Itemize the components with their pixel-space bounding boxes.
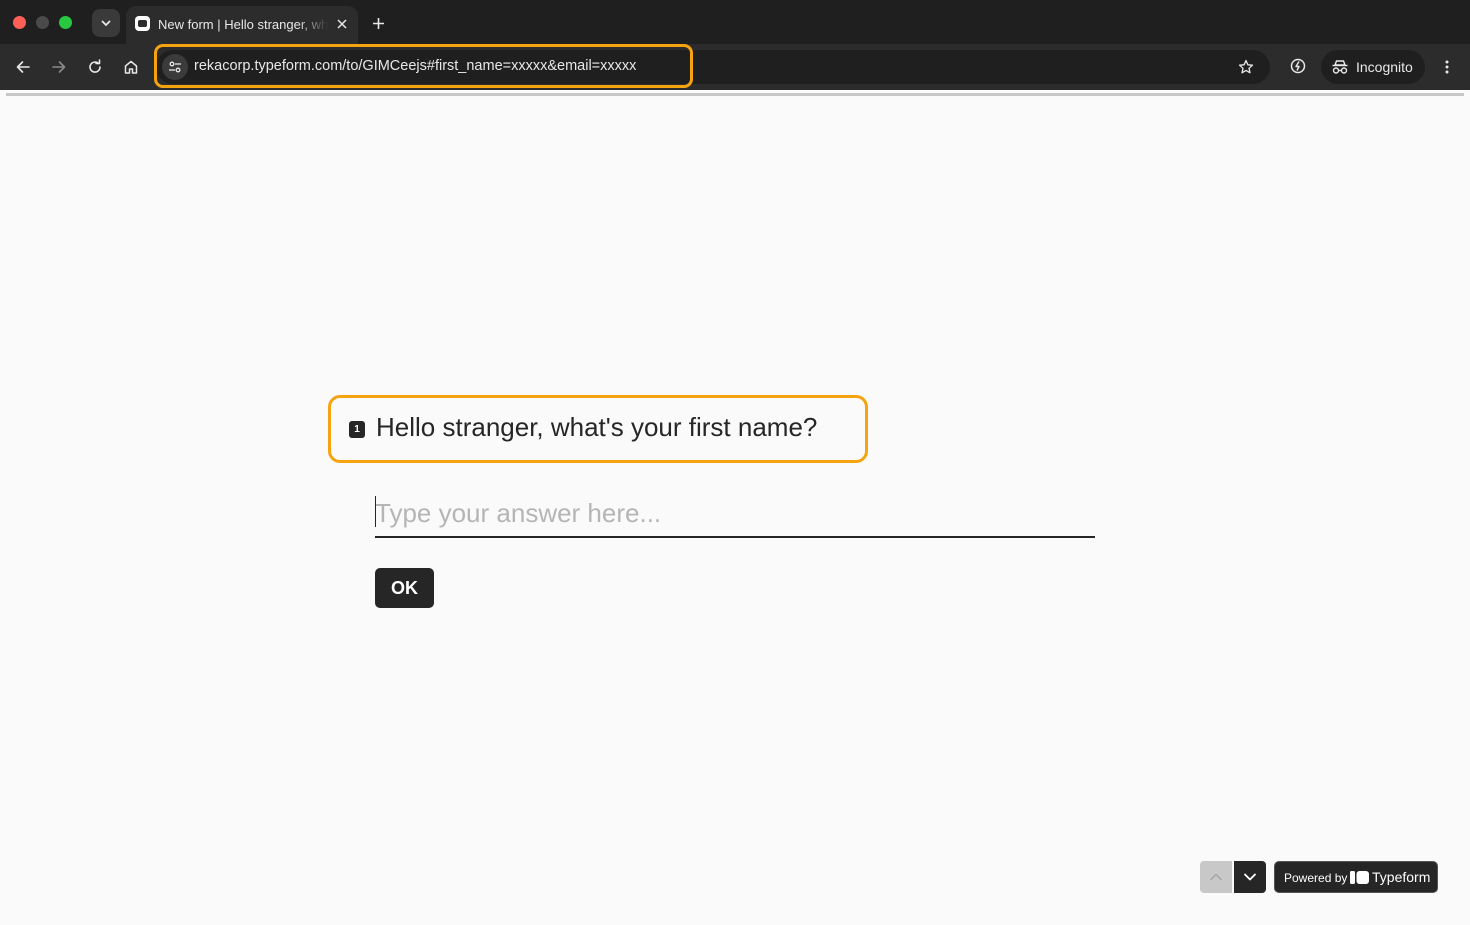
close-window-button[interactable]: [13, 16, 26, 29]
site-info-button[interactable]: [162, 54, 188, 80]
incognito-profile-button[interactable]: Incognito: [1321, 50, 1425, 84]
typeform-favicon-icon: [135, 16, 150, 31]
answer-input[interactable]: [375, 490, 1095, 538]
typeform-logo-icon: [1350, 871, 1369, 884]
bookmark-button[interactable]: [1236, 57, 1256, 77]
browser-toolbar: rekacorp.typeform.com/to/GIMCeejs#first_…: [0, 44, 1470, 90]
arrow-right-icon: [52, 61, 66, 73]
browser-tab[interactable]: New form | Hello stranger, what's your f…: [126, 6, 358, 44]
chevron-up-icon: [1210, 873, 1222, 881]
performance-icon: [1290, 58, 1306, 74]
browser-tab-bar: New form | Hello stranger, what's your f…: [0, 0, 1470, 44]
question-title: Hello stranger, what's your first name?: [376, 412, 818, 442]
plus-icon: [372, 17, 384, 29]
incognito-label: Incognito: [1356, 59, 1413, 75]
close-tab-button[interactable]: [333, 15, 351, 33]
star-icon: [1238, 59, 1254, 74]
tune-icon: [169, 61, 181, 73]
question-number-badge: 1: [349, 421, 365, 438]
incognito-icon: [1332, 60, 1348, 74]
home-icon: [124, 60, 138, 74]
ok-button[interactable]: OK: [375, 568, 434, 608]
forward-button[interactable]: [47, 55, 71, 79]
back-button[interactable]: [11, 55, 35, 79]
minimize-window-button[interactable]: [36, 16, 49, 29]
form-progress-bar: [6, 93, 1464, 96]
powered-by-label: Powered by: [1284, 871, 1348, 885]
reload-icon: [89, 59, 101, 73]
typeform-brand-label: Typeform: [1372, 869, 1431, 885]
previous-question-button[interactable]: [1200, 861, 1232, 893]
close-icon: [337, 19, 347, 29]
home-button[interactable]: [119, 55, 143, 79]
new-tab-button[interactable]: [368, 13, 388, 33]
more-vertical-icon: [1445, 60, 1449, 74]
next-question-button[interactable]: [1234, 861, 1266, 893]
chevron-down-icon: [1244, 873, 1256, 881]
text-caret: [375, 496, 376, 527]
browser-menu-button[interactable]: [1437, 55, 1457, 79]
maximize-window-button[interactable]: [59, 16, 72, 29]
url-text[interactable]: rekacorp.typeform.com/to/GIMCeejs#first_…: [194, 58, 636, 74]
arrow-left-icon: [16, 61, 30, 73]
address-bar[interactable]: rekacorp.typeform.com/to/GIMCeejs#first_…: [156, 50, 1270, 84]
tab-search-button[interactable]: [92, 9, 120, 37]
powered-by-typeform-link[interactable]: Powered by Typeform: [1274, 861, 1438, 893]
reload-button[interactable]: [83, 55, 107, 79]
chevron-down-icon: [101, 20, 111, 27]
tab-title: New form | Hello stranger, what's your f…: [158, 17, 328, 32]
extension-button[interactable]: [1287, 55, 1309, 77]
